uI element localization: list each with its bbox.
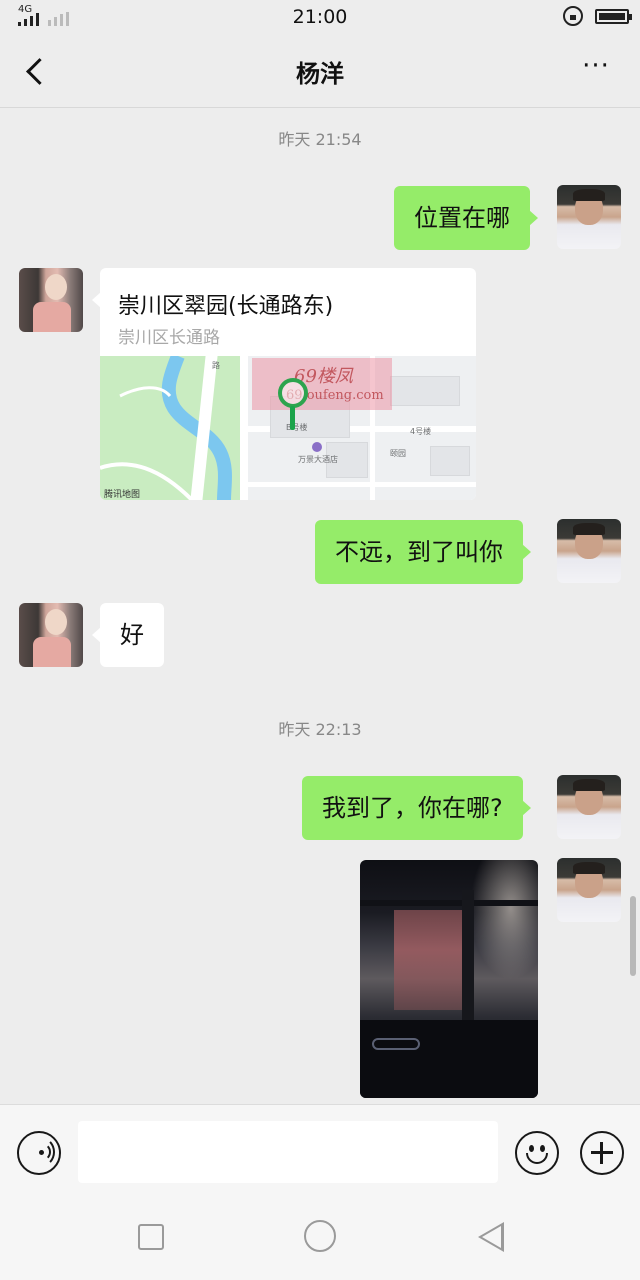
back-icon[interactable] (478, 1222, 504, 1252)
map-building (430, 446, 470, 476)
sent-message[interactable]: 位置在哪 (394, 186, 538, 250)
location-address: 崇川区长通路 (118, 328, 220, 348)
received-message[interactable]: 好 (92, 603, 164, 667)
sent-image[interactable] (360, 860, 538, 1098)
voice-icon[interactable] (17, 1131, 61, 1175)
battery-icon (595, 9, 632, 24)
map-thumbnail: 路 B号楼 4号楼 颐园 万景大酒店 69楼凤 69loufeng.com 腾讯… (100, 356, 476, 500)
avatar[interactable] (557, 858, 621, 922)
timestamp: 昨天 22:13 (278, 720, 362, 739)
avatar[interactable] (557, 775, 621, 839)
sent-message[interactable]: 不远，到了叫你 (315, 520, 531, 584)
home-icon[interactable] (304, 1220, 336, 1252)
location-name: 崇川区翠园(长通路东) (118, 294, 334, 319)
timestamp: 昨天 21:54 (278, 130, 362, 149)
chat-header: 杨洋 ··· (0, 34, 640, 108)
car-door (360, 1020, 538, 1098)
location-pin-stem (290, 406, 295, 430)
status-bar: 4G 21:00 (0, 0, 640, 34)
clock: 21:00 (292, 6, 348, 28)
system-nav-bar (0, 1202, 640, 1280)
door-handle (372, 1038, 420, 1050)
plus-icon[interactable] (580, 1131, 624, 1175)
avatar[interactable] (19, 268, 83, 332)
sent-message[interactable]: 我到了，你在哪? (302, 776, 531, 840)
avatar[interactable] (557, 185, 621, 249)
scrollbar[interactable] (630, 896, 636, 976)
map-building (390, 376, 460, 406)
message-input[interactable] (78, 1121, 498, 1183)
river (100, 356, 232, 500)
chat-title: 杨洋 (296, 60, 344, 88)
car-pillar (462, 890, 474, 1030)
map-label: 万景大酒店 (298, 455, 338, 464)
more-icon[interactable]: ··· (576, 53, 616, 80)
avatar[interactable] (557, 519, 621, 583)
map-label: 路 (212, 361, 220, 370)
map-label: 颐园 (390, 449, 406, 458)
emoji-icon[interactable] (515, 1131, 559, 1175)
map-label: 4号楼 (410, 427, 432, 436)
map-road (240, 482, 476, 487)
location-pin-icon (278, 378, 308, 408)
recent-apps-icon[interactable] (138, 1224, 164, 1250)
avatar[interactable] (19, 603, 83, 667)
map-provider-logo: 腾讯地图 (104, 490, 141, 500)
input-bar (0, 1104, 640, 1202)
location-card[interactable]: 崇川区翠园(长通路东) 崇川区长通路 路 B号楼 4号楼 颐园 万景大酒店 69… (100, 268, 476, 500)
hotel-poi-icon (312, 442, 322, 452)
screen-lock-icon (563, 6, 583, 26)
